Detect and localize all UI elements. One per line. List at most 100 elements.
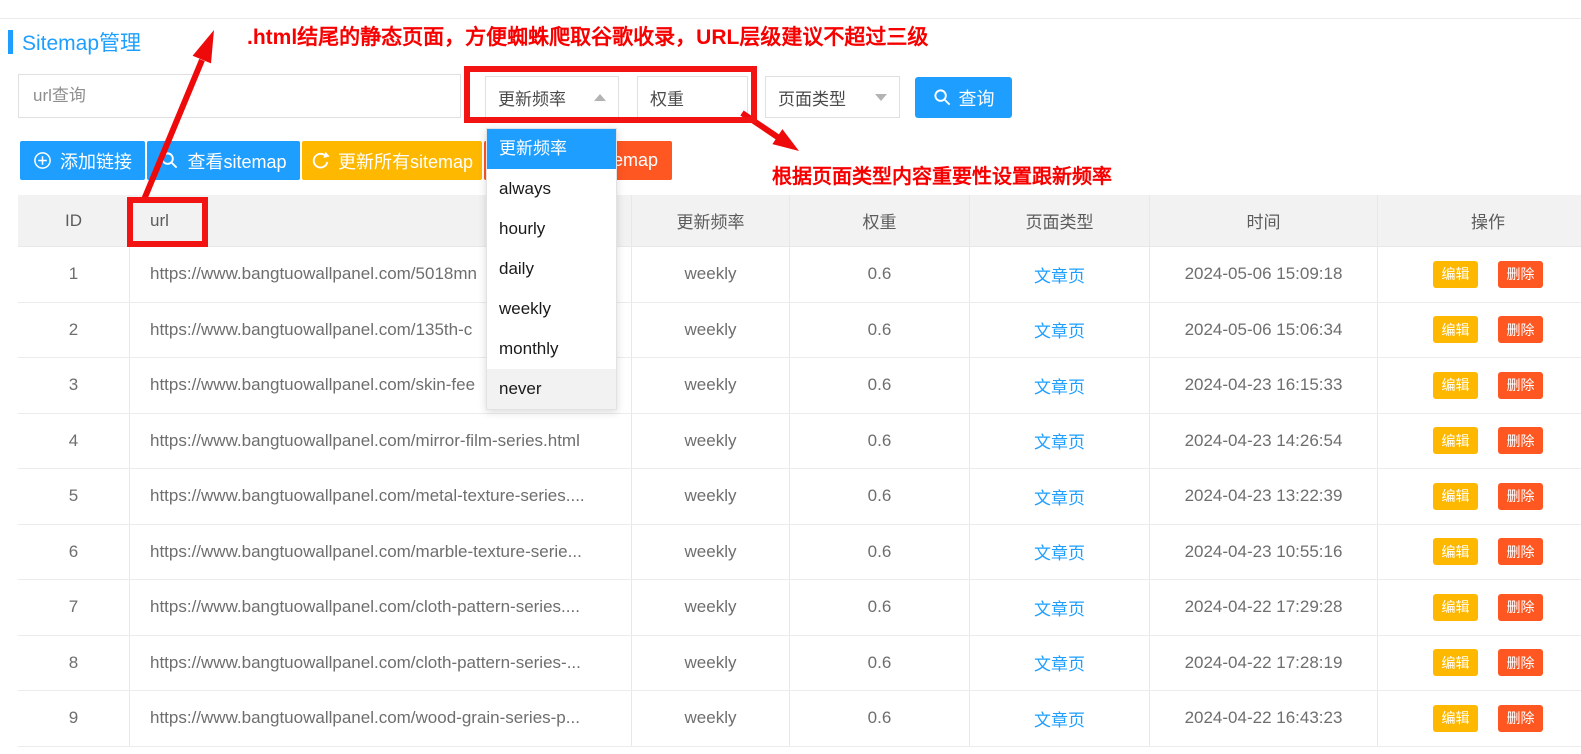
row-frequency: weekly (632, 580, 790, 635)
row-id: 8 (18, 636, 130, 691)
delete-button[interactable]: 删除 (1498, 483, 1543, 510)
delete-button[interactable]: 删除 (1498, 705, 1543, 732)
title-accent-bar (8, 30, 13, 54)
row-weight: 0.6 (790, 636, 970, 691)
page-type-link[interactable]: 文章页 (1034, 317, 1085, 342)
edit-button[interactable]: 编辑 (1433, 705, 1478, 732)
view-sitemap-label: 查看sitemap (187, 148, 286, 174)
sitemap-table: ID url 更新频率 权重 页面类型 时间 操作 1 https://www.… (18, 195, 1581, 747)
annotation-static-pages: .html结尾的静态页面，方便蜘蛛爬取谷歌收录，URL层级建议不超过三级 (247, 21, 928, 51)
column-header-freq: 更新频率 (632, 195, 790, 246)
edit-button[interactable]: 编辑 (1433, 372, 1478, 399)
page-type-link[interactable]: 文章页 (1034, 428, 1085, 453)
page-type-link[interactable]: 文章页 (1034, 706, 1085, 731)
edit-button[interactable]: 编辑 (1433, 261, 1478, 288)
row-time: 2024-05-06 15:06:34 (1150, 303, 1378, 358)
edit-button[interactable]: 编辑 (1433, 538, 1478, 565)
dropdown-option[interactable]: daily (487, 249, 616, 289)
row-type-cell: 文章页 (970, 303, 1150, 358)
table-row: 5 https://www.bangtuowallpanel.com/metal… (18, 469, 1581, 525)
row-url: https://www.bangtuowallpanel.com/cloth-p… (130, 636, 632, 691)
url-search-input[interactable] (18, 74, 461, 118)
delete-button[interactable]: 删除 (1498, 538, 1543, 565)
chevron-up-icon (594, 94, 606, 101)
page-title: Sitemap管理 (22, 27, 141, 57)
update-all-sitemap-label: 更新所有sitemap (338, 148, 473, 174)
row-url: https://www.bangtuowallpanel.com/metal-t… (130, 469, 632, 524)
dropdown-option[interactable]: monthly (487, 329, 616, 369)
delete-button[interactable]: 删除 (1498, 649, 1543, 676)
search-button-label: 查询 (959, 85, 995, 111)
row-actions: 编辑 删除 (1378, 247, 1581, 302)
arrow-down-right-icon (772, 129, 799, 151)
delete-button[interactable]: 删除 (1498, 316, 1543, 343)
row-actions: 编辑 删除 (1378, 525, 1581, 580)
row-type-cell: 文章页 (970, 358, 1150, 413)
table-row: 7 https://www.bangtuowallpanel.com/cloth… (18, 580, 1581, 636)
page-type-link[interactable]: 文章页 (1034, 262, 1085, 287)
page-type-select[interactable]: 页面类型 (765, 76, 900, 118)
row-actions: 编辑 删除 (1378, 580, 1581, 635)
view-sitemap-button[interactable]: 查看sitemap (147, 141, 300, 180)
update-all-sitemap-button[interactable]: 更新所有sitemap (302, 141, 482, 180)
row-weight: 0.6 (790, 691, 970, 746)
row-time: 2024-04-23 13:22:39 (1150, 469, 1378, 524)
edit-button[interactable]: 编辑 (1433, 594, 1478, 621)
row-weight: 0.6 (790, 303, 970, 358)
row-type-cell: 文章页 (970, 469, 1150, 524)
dropdown-option[interactable]: weekly (487, 289, 616, 329)
table-row: 3 https://www.bangtuowallpanel.com/skin-… (18, 358, 1581, 414)
dropdown-option[interactable]: 更新频率 (487, 129, 616, 169)
plus-circle-icon (33, 151, 52, 170)
delete-button[interactable]: 删除 (1498, 372, 1543, 399)
table-header-row: ID url 更新频率 权重 页面类型 时间 操作 (18, 195, 1581, 247)
table-row: 8 https://www.bangtuowallpanel.com/cloth… (18, 636, 1581, 692)
row-frequency: weekly (632, 247, 790, 302)
edit-button[interactable]: 编辑 (1433, 483, 1478, 510)
edit-button[interactable]: 编辑 (1433, 316, 1478, 343)
edit-button[interactable]: 编辑 (1433, 649, 1478, 676)
row-type-cell: 文章页 (970, 525, 1150, 580)
row-type-cell: 文章页 (970, 580, 1150, 635)
row-actions: 编辑 删除 (1378, 303, 1581, 358)
dropdown-option[interactable]: hourly (487, 209, 616, 249)
page-type-link[interactable]: 文章页 (1034, 595, 1085, 620)
sitemap-admin-page: Sitemap管理 .html结尾的静态页面，方便蜘蛛爬取谷歌收录，URL层级建… (0, 0, 1581, 754)
frequency-select-label: 更新频率 (498, 85, 566, 110)
row-type-cell: 文章页 (970, 247, 1150, 302)
table-row: 2 https://www.bangtuowallpanel.com/135th… (18, 303, 1581, 359)
edit-button[interactable]: 编辑 (1433, 427, 1478, 454)
row-weight: 0.6 (790, 580, 970, 635)
dropdown-option[interactable]: always (487, 169, 616, 209)
row-url: https://www.bangtuowallpanel.com/wood-gr… (130, 691, 632, 746)
add-link-button[interactable]: 添加链接 (20, 141, 145, 180)
page-type-link[interactable]: 文章页 (1034, 539, 1085, 564)
page-type-link[interactable]: 文章页 (1034, 484, 1085, 509)
search-button[interactable]: 查询 (915, 77, 1012, 118)
page-type-select-label: 页面类型 (778, 85, 846, 110)
row-weight: 0.6 (790, 525, 970, 580)
column-header-ops: 操作 (1378, 195, 1581, 246)
row-actions: 编辑 删除 (1378, 469, 1581, 524)
delete-button[interactable]: 删除 (1498, 427, 1543, 454)
row-frequency: weekly (632, 469, 790, 524)
weight-select[interactable]: 权重 (637, 76, 748, 118)
dropdown-option[interactable]: never (487, 369, 616, 409)
delete-button[interactable]: 删除 (1498, 594, 1543, 621)
row-frequency: weekly (632, 691, 790, 746)
row-weight: 0.6 (790, 247, 970, 302)
row-actions: 编辑 删除 (1378, 414, 1581, 469)
refresh-icon (311, 151, 330, 170)
table-row: 6 https://www.bangtuowallpanel.com/marbl… (18, 525, 1581, 581)
row-time: 2024-04-22 17:29:28 (1150, 580, 1378, 635)
add-link-label: 添加链接 (60, 148, 132, 174)
row-weight: 0.6 (790, 414, 970, 469)
delete-button[interactable]: 删除 (1498, 261, 1543, 288)
page-type-link[interactable]: 文章页 (1034, 373, 1085, 398)
page-type-link[interactable]: 文章页 (1034, 650, 1085, 675)
row-time: 2024-04-22 16:43:23 (1150, 691, 1378, 746)
row-url: https://www.bangtuowallpanel.com/cloth-p… (130, 580, 632, 635)
table-body: 1 https://www.bangtuowallpanel.com/5018m… (18, 247, 1581, 747)
row-url: https://www.bangtuowallpanel.com/marble-… (130, 525, 632, 580)
frequency-select[interactable]: 更新频率 (485, 76, 619, 118)
